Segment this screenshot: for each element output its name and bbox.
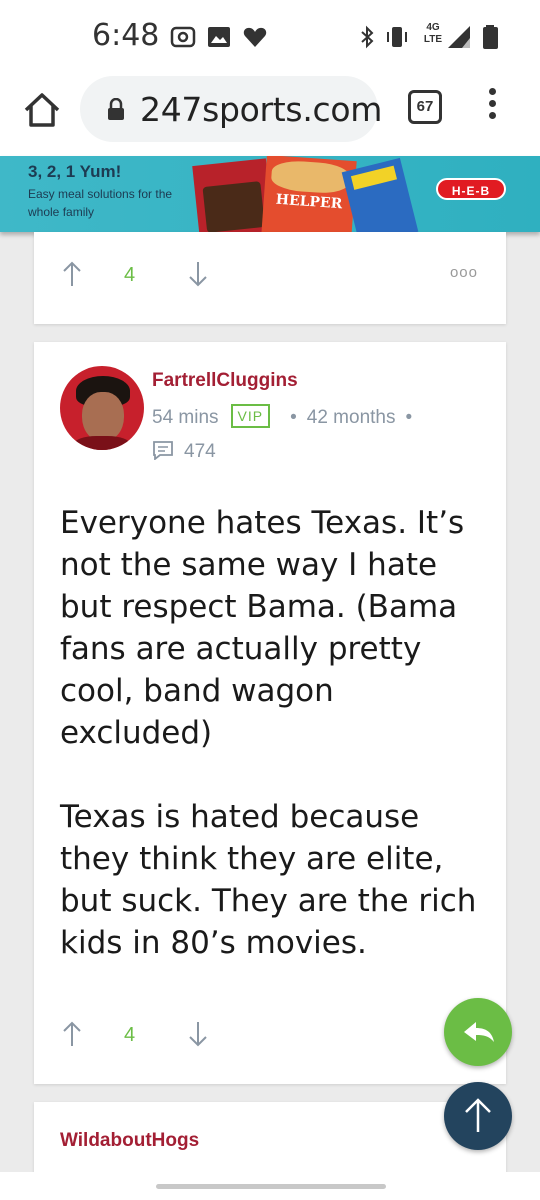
status-time: 6:48 [92,18,160,53]
image-icon [208,27,230,47]
ad-headline: 3, 2, 1 Yum! [28,162,122,181]
ad-banner[interactable]: 3, 2, 1 Yum! Easy meal solutions for the… [0,156,540,232]
gesture-handle[interactable] [156,1184,386,1189]
membership-length: 42 months [306,407,396,428]
reply-button[interactable] [444,998,512,1066]
browser-toolbar: 247sports.com 67 [0,72,540,156]
ad-product-text: HELPER [275,191,343,213]
post-paragraph: Everyone hates Texas. It’s not the same … [60,505,465,751]
scroll-to-top-button[interactable] [444,1082,512,1150]
status-bar: 6:48 4G LTE [0,0,540,72]
downvote-icon[interactable] [188,260,208,288]
post-username[interactable]: FartrellCluggins [152,370,298,392]
ad-brand-logo: H-E-B [436,178,506,200]
post-username[interactable]: WildaboutHogs [60,1130,199,1152]
network-label: 4G LTE [423,22,443,45]
vibrate-icon [387,27,407,47]
ad-biscuit-can-image [341,157,419,232]
lock-icon [108,98,124,120]
ad-subline: Easy meal solutions for the whole family [28,187,173,219]
post-paragraph: Texas is hated because they think they a… [60,799,477,961]
post-body: Everyone hates Texas. It’s not the same … [60,502,490,1006]
post-time: 54 mins [152,407,219,428]
vote-count: 4 [124,264,136,286]
more-options-button[interactable]: ooo [450,264,478,281]
post-count-row: 474 [152,440,216,463]
battery-icon [483,25,498,49]
avatar[interactable] [60,366,144,450]
post-count: 474 [184,441,216,462]
cast-icon [170,26,196,48]
signal-icon [448,26,470,48]
post-card: FartrellCluggins 54 mins VIP • 42 months • 4… [34,342,506,1084]
vip-badge: VIP [230,404,271,428]
address-bar[interactable]: 247sports.com [80,76,382,142]
downvote-icon[interactable] [188,1020,208,1048]
upvote-icon[interactable] [62,260,82,288]
previous-post-card: 4 ooo [34,232,506,324]
upvote-icon[interactable] [62,1020,82,1048]
arrow-up-icon [465,1098,491,1132]
post-meta: 54 mins VIP • 42 months • [152,404,422,429]
bluetooth-icon [361,25,374,49]
menu-icon[interactable] [482,88,502,128]
heart-icon [243,27,267,47]
ad-helper-box-image: HELPER [261,156,357,232]
url-text: 247sports.com [140,90,383,129]
tab-switcher-button[interactable]: 67 [408,90,442,124]
comment-icon [153,441,173,460]
vote-count: 4 [124,1024,136,1046]
reply-icon [464,1022,494,1042]
home-icon[interactable] [20,88,64,132]
